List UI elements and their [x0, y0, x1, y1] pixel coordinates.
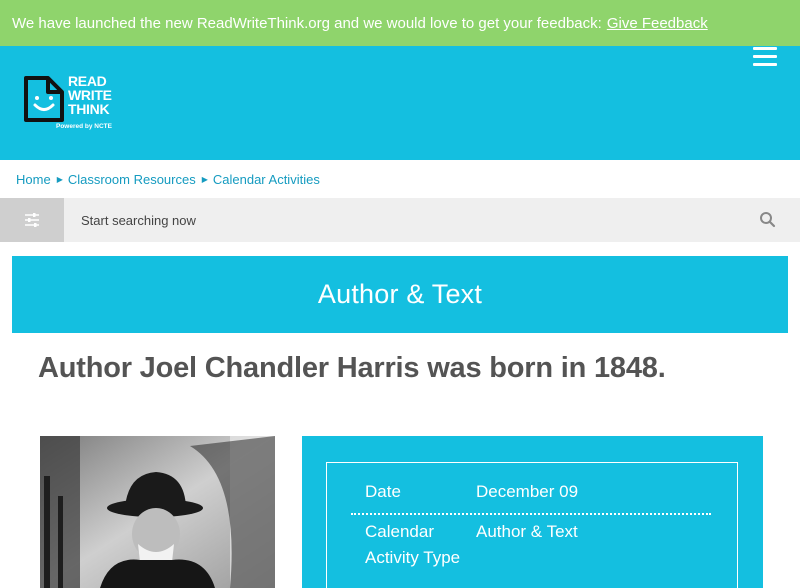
hamburger-icon[interactable] [750, 46, 780, 68]
page-title: Author Joel Chandler Harris was born in … [38, 352, 666, 384]
logo-page-icon [24, 76, 64, 122]
section-banner: Author & Text [12, 256, 788, 333]
logo-tagline: Powered by NCTE [56, 123, 112, 130]
divider [351, 513, 711, 515]
logo-line-write: WRITE [68, 87, 112, 103]
give-feedback-link[interactable]: Give Feedback [607, 15, 708, 32]
activity-details-panel: Date December 09 Calendar Activity Type … [302, 436, 763, 588]
date-label: Date [365, 482, 401, 501]
breadcrumb: Home ▶ Classroom Resources ▶ Calendar Ac… [16, 171, 320, 187]
search-icon[interactable] [758, 210, 778, 230]
author-photo [40, 436, 275, 588]
search-bar [0, 198, 800, 242]
activity-type-label: Calendar Activity Type [365, 522, 461, 567]
readwritethink-logo[interactable]: READ WRITE THINK Powered by NCTE [22, 72, 132, 136]
search-input[interactable] [64, 198, 744, 242]
logo-line-read: READ [68, 73, 107, 89]
logo-line-think: THINK [68, 101, 110, 117]
breadcrumb-classroom-resources[interactable]: Classroom Resources [68, 172, 196, 187]
date-value: December 09 [476, 482, 579, 501]
breadcrumb-calendar-activities[interactable]: Calendar Activities [213, 172, 320, 187]
site-header: READ WRITE THINK Powered by NCTE [0, 46, 800, 160]
sliders-icon [25, 213, 39, 227]
feedback-banner: We have launched the new ReadWriteThink.… [0, 0, 800, 46]
logo-wordmark: READ WRITE THINK [68, 74, 112, 116]
breadcrumb-home[interactable]: Home [16, 172, 51, 187]
chevron-right-icon: ▶ [56, 174, 63, 184]
activity-details-table: Date December 09 Calendar Activity Type … [326, 462, 738, 588]
feedback-message: We have launched the new ReadWriteThink.… [12, 14, 602, 32]
activity-type-value: Author & Text [476, 522, 578, 541]
chevron-right-icon: ▶ [201, 174, 208, 184]
section-title: Author & Text [317, 279, 483, 309]
filter-button[interactable] [0, 198, 64, 242]
